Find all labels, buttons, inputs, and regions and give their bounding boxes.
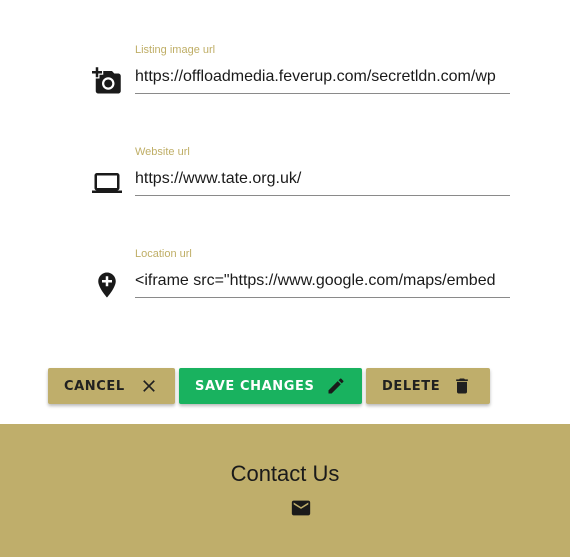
website-url-label: Website url (135, 146, 190, 158)
cancel-button[interactable]: CANCEL (48, 368, 175, 404)
listing-image-url-input[interactable] (135, 60, 510, 94)
website-url-input[interactable] (135, 162, 510, 196)
save-changes-button[interactable]: SAVE CHANGES (179, 368, 362, 404)
contact-us-heading: Contact Us (230, 461, 340, 486)
close-icon (143, 380, 155, 392)
mail-icon[interactable] (290, 497, 312, 519)
cancel-button-label: CANCEL (64, 378, 125, 394)
listing-image-url-field: Listing image url (0, 44, 570, 114)
delete-button-label: DELETE (382, 378, 441, 394)
add-a-photo-icon (92, 67, 121, 94)
delete-button[interactable]: DELETE (366, 368, 490, 404)
edit-listing-page: Listing image url Website url Location u… (0, 0, 570, 557)
website-url-field: Website url (0, 146, 570, 216)
pencil-icon (328, 378, 344, 394)
location-url-input[interactable] (135, 264, 510, 298)
laptop-icon (92, 173, 122, 193)
contact-footer: Contact Us (0, 424, 570, 557)
add-location-icon (98, 272, 116, 298)
location-url-label: Location url (135, 248, 192, 260)
trash-icon (456, 378, 468, 394)
save-changes-button-label: SAVE CHANGES (195, 378, 315, 394)
location-url-field: Location url (0, 248, 570, 318)
listing-image-url-label: Listing image url (135, 44, 216, 56)
